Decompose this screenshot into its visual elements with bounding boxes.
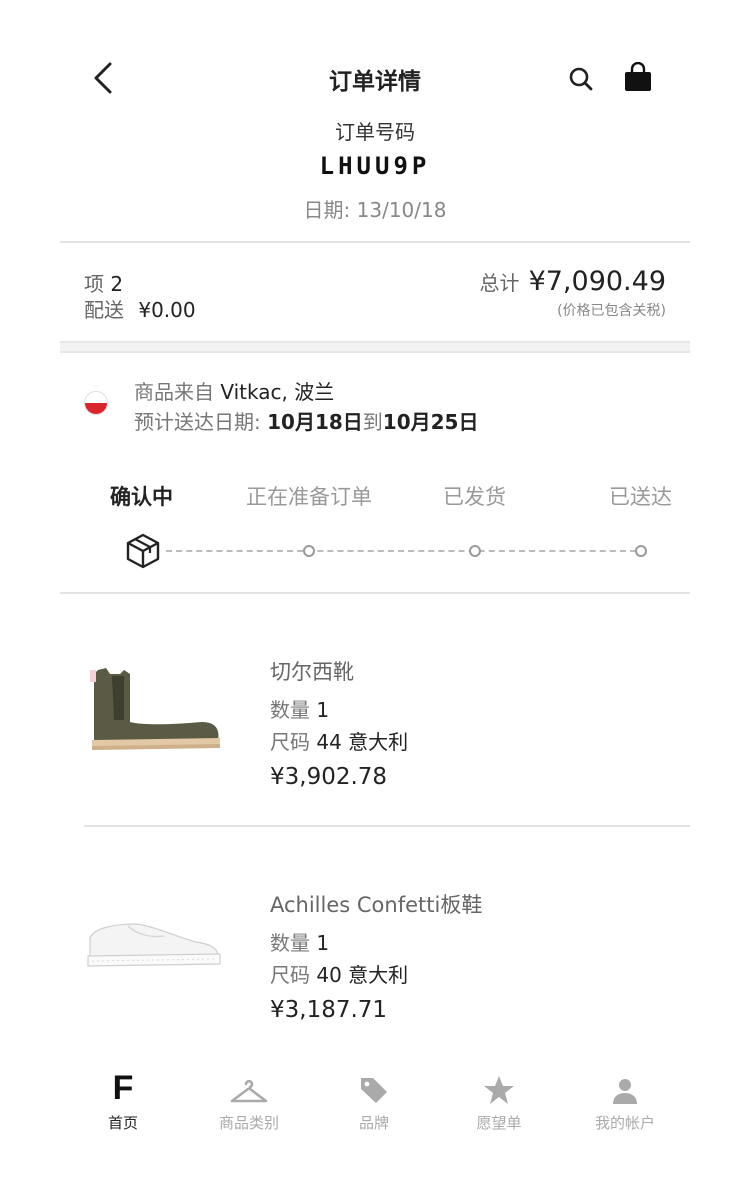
size-value: 44 意大利 xyxy=(316,730,409,754)
shopping-bag-icon[interactable] xyxy=(622,61,654,94)
order-number: LHUU9P xyxy=(319,152,431,180)
product-size: 尺码 44 意大利 xyxy=(270,726,408,755)
divider xyxy=(60,592,690,594)
tab-account[interactable]: 我的帐户 xyxy=(570,1068,680,1133)
tab-account-label: 我的帐户 xyxy=(594,1114,655,1132)
status-node xyxy=(469,545,481,557)
status-step-preparing: 正在准备订单 xyxy=(246,485,372,509)
farfetch-logo-icon: F xyxy=(112,1069,134,1107)
product-price: ¥3,902.78 xyxy=(270,764,388,790)
size-label: 尺码 xyxy=(270,730,310,754)
status-node xyxy=(303,545,315,557)
items-count-row: 项 2 xyxy=(84,268,123,297)
quantity-label: 数量 xyxy=(270,931,310,955)
order-date: 日期: 13/10/18 xyxy=(303,198,447,222)
order-number-label: 订单号码 xyxy=(335,120,415,144)
merchant-prefix: 商品来自 xyxy=(134,380,214,404)
tab-home[interactable]: F 首页 xyxy=(68,1068,178,1133)
eta-end: 10月25日 xyxy=(382,410,479,434)
items-value: 2 xyxy=(110,272,124,296)
product-name[interactable]: 切尔西靴 xyxy=(270,656,354,686)
status-step-shipped: 已发货 xyxy=(443,485,506,509)
tab-wishlist-label: 愿望单 xyxy=(476,1114,522,1132)
total-label: 总计 xyxy=(479,271,520,295)
size-label: 尺码 xyxy=(270,963,310,987)
status-step-confirming: 确认中 xyxy=(110,485,173,509)
product-size: 尺码 40 意大利 xyxy=(270,959,408,988)
eta-start: 10月18日 xyxy=(267,410,363,434)
divider xyxy=(84,825,690,827)
tax-note: (价格已包含关税) xyxy=(557,303,666,319)
quantity-value: 1 xyxy=(316,931,330,955)
tab-brands[interactable]: 品牌 xyxy=(319,1068,429,1133)
merchant-origin: 商品来自 Vitkac, 波兰 xyxy=(134,376,334,405)
total-value: ¥7,090.49 xyxy=(528,266,666,297)
tag-icon xyxy=(361,1078,387,1103)
poland-flag-icon xyxy=(84,391,108,415)
tab-categories[interactable]: 商品类别 xyxy=(194,1068,304,1133)
tab-categories-label: 商品类别 xyxy=(218,1114,279,1132)
merchant-name: Vitkac, 波兰 xyxy=(220,380,335,404)
order-total: 总计 ¥7,090.49 xyxy=(479,266,666,297)
quantity-label: 数量 xyxy=(270,698,310,722)
product-price: ¥3,187.71 xyxy=(270,997,388,1023)
status-step-delivered: 已送达 xyxy=(609,485,672,509)
hanger-icon xyxy=(230,1079,268,1103)
package-icon xyxy=(124,532,162,570)
shipping-label: 配送 xyxy=(84,298,124,322)
user-icon xyxy=(613,1079,637,1104)
tab-wishlist[interactable]: 愿望单 xyxy=(444,1068,554,1133)
product-image-sneaker[interactable] xyxy=(84,912,224,972)
items-label: 项 xyxy=(84,272,104,296)
status-track xyxy=(166,550,636,552)
eta-label: 预计送达日期: xyxy=(134,410,261,434)
tab-home-label: 首页 xyxy=(107,1114,138,1132)
shipping-row: 配送 ¥0.00 xyxy=(84,294,196,323)
product-image-chelsea-boot[interactable] xyxy=(84,660,224,760)
product-quantity: 数量 1 xyxy=(270,927,329,956)
section-separator xyxy=(60,341,690,353)
search-icon[interactable] xyxy=(566,64,596,94)
delivery-estimate: 预计送达日期: 10月18日到10月25日 xyxy=(134,406,478,435)
quantity-value: 1 xyxy=(316,698,330,722)
star-icon xyxy=(484,1076,514,1104)
shipping-value: ¥0.00 xyxy=(138,298,196,322)
status-node xyxy=(635,545,647,557)
eta-separator: 到 xyxy=(362,410,383,434)
product-name[interactable]: Achilles Confetti板鞋 xyxy=(270,889,482,919)
size-value: 40 意大利 xyxy=(316,963,409,987)
tab-brands-label: 品牌 xyxy=(358,1114,389,1132)
product-quantity: 数量 1 xyxy=(270,694,329,723)
divider xyxy=(60,241,690,243)
